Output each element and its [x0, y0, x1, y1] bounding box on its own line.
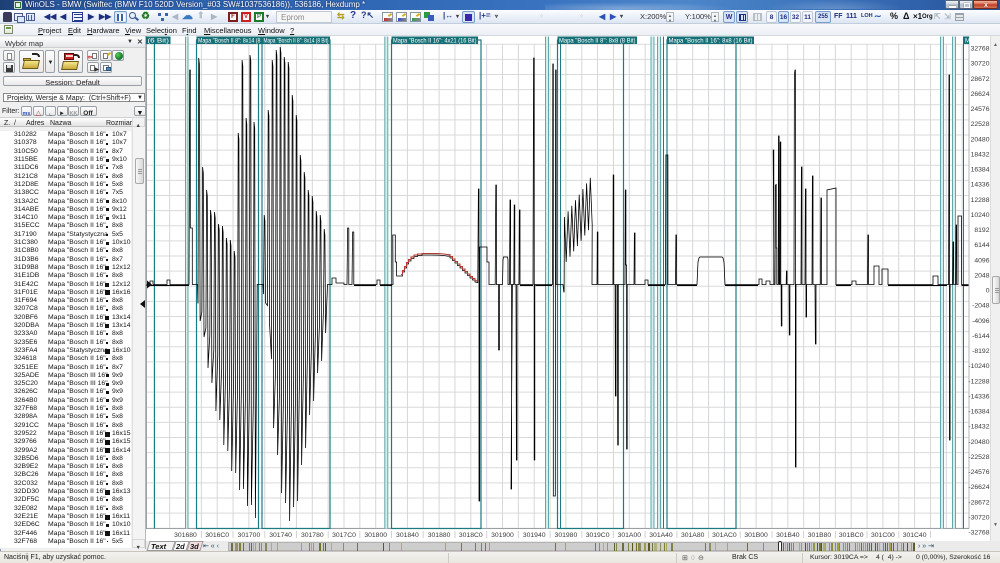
svg-text:28672: 28672 [971, 76, 990, 83]
svg-text:Mapa "Bosch II 16": 4x21 (16 B: Mapa "Bosch II 16": 4x21 (16 Bit) [393, 37, 477, 44]
svg-text:32768: 32768 [971, 46, 990, 53]
svg-text:301B00: 301B00 [744, 532, 768, 539]
svg-text:-8192: -8192 [972, 348, 990, 355]
svg-text:3017C0: 3017C0 [332, 532, 356, 539]
svg-text:6144: 6144 [974, 242, 989, 249]
svg-text:20480: 20480 [971, 136, 990, 143]
svg-text:30720: 30720 [971, 61, 990, 68]
svg-text:(6 Bit): (6 Bit) [148, 37, 170, 44]
svg-text:301840: 301840 [396, 532, 419, 539]
svg-text:10240: 10240 [971, 212, 990, 219]
svg-text:-24576: -24576 [968, 469, 989, 476]
svg-text:Mapa "Bosch II 16": 8x8 (16 Bi: Mapa "Bosch II 16": 8x8 (16 Bit) [669, 37, 753, 44]
svg-text:301700: 301700 [238, 532, 261, 539]
svg-text:301A80: 301A80 [681, 532, 705, 539]
svg-text:301C00: 301C00 [871, 532, 895, 539]
svg-text:301940: 301940 [523, 532, 546, 539]
svg-text:301680: 301680 [174, 532, 197, 539]
svg-text:-28672: -28672 [968, 499, 989, 506]
svg-text:301780: 301780 [301, 532, 324, 539]
svg-text:301AC0: 301AC0 [712, 532, 737, 539]
svg-text:301B80: 301B80 [808, 532, 832, 539]
svg-text:3019C0: 3019C0 [586, 532, 610, 539]
svg-text:-32768: -32768 [968, 530, 989, 537]
svg-text:Mapa "Bosch II 8": 8x8 (8 Bit): Mapa "Bosch II 8": 8x8 (8 Bit) [559, 37, 636, 44]
svg-text:-26624: -26624 [968, 484, 989, 491]
svg-text:301980: 301980 [555, 532, 578, 539]
svg-text:-22528: -22528 [968, 454, 989, 461]
svg-text:301740: 301740 [269, 532, 292, 539]
svg-text:-30720: -30720 [968, 515, 989, 522]
svg-text:2048: 2048 [974, 273, 989, 280]
svg-text:26624: 26624 [971, 91, 990, 98]
svg-text:-16384: -16384 [968, 409, 989, 416]
svg-text:-10240: -10240 [968, 363, 989, 370]
svg-text:24576: 24576 [971, 106, 990, 113]
svg-text:Mapa "Bosch II 8": 8x14 (8 Bit: Mapa "Bosch II 8": 8x14 (8 Bit) [264, 37, 329, 44]
svg-text:301BC0: 301BC0 [839, 532, 864, 539]
svg-text:16384: 16384 [971, 167, 990, 174]
svg-text:301800: 301800 [364, 532, 387, 539]
svg-text:-2048: -2048 [972, 303, 990, 310]
svg-text:M: M [965, 37, 970, 44]
svg-text:18432: 18432 [971, 152, 990, 159]
svg-text:12288: 12288 [971, 197, 990, 204]
svg-text:Mapa "Bosch II 8": 8x14 (8: Mapa "Bosch II 8": 8x14 (8 [198, 37, 261, 44]
svg-text:22528: 22528 [971, 121, 990, 128]
svg-text:4096: 4096 [974, 257, 989, 264]
svg-text:301A40: 301A40 [649, 532, 673, 539]
svg-text:-12288: -12288 [968, 378, 989, 385]
svg-text:301900: 301900 [491, 532, 514, 539]
svg-text:-20480: -20480 [968, 439, 989, 446]
svg-text:301880: 301880 [428, 532, 451, 539]
svg-text:301A00: 301A00 [618, 532, 642, 539]
svg-text:-4096: -4096 [972, 318, 990, 325]
svg-text:-14336: -14336 [968, 394, 989, 401]
svg-text:301C40: 301C40 [903, 532, 927, 539]
svg-text:301B40: 301B40 [776, 532, 800, 539]
svg-text:3016C0: 3016C0 [205, 532, 229, 539]
svg-text:14336: 14336 [971, 182, 990, 189]
svg-text:-18432: -18432 [968, 424, 989, 431]
svg-text:8192: 8192 [974, 227, 989, 234]
svg-text:-6144: -6144 [972, 333, 990, 340]
svg-text:3018C0: 3018C0 [459, 532, 483, 539]
